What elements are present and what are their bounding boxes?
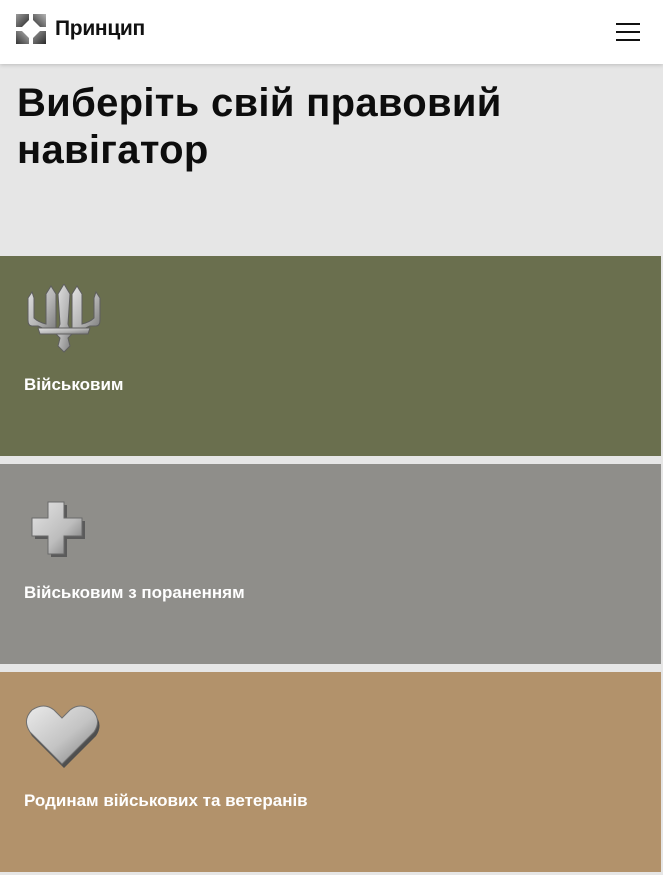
navigator-card-families[interactable]: Родинам військових та ветеранів [0,672,661,872]
trident-icon [27,284,101,353]
heart-icon [26,705,100,768]
hero-section: Виберіть свій правовий навігатор [0,64,663,256]
hamburger-menu-icon-bar-top [616,23,640,25]
brand-name: Принцип [55,17,145,40]
site-header: Принцип [0,0,663,64]
cross-icon [31,501,85,557]
navigator-card-label: Військовим з пораненням [24,583,245,602]
page-title-line-2: навігатор [17,128,209,172]
page-title: Виберіть свій правовий навігатор [17,80,637,174]
brand-logo-link[interactable]: Принцип [16,14,145,44]
hamburger-menu-icon-bar-middle [616,31,640,33]
navigator-card-wounded-military[interactable]: Військовим з пораненням [0,464,661,664]
menu-button[interactable] [610,16,646,48]
navigator-card-label: Військовим [24,375,124,394]
navigator-card-label: Родинам військових та ветеранів [24,791,308,810]
navigator-card-military[interactable]: Військовим [0,256,661,456]
principle-logo-icon [16,14,46,44]
page: Принцип Виберіть свій правовий навігатор [0,0,663,875]
page-title-line-1: Виберіть свій правовий [17,81,502,125]
hamburger-menu-icon-bar-bottom [616,39,640,41]
